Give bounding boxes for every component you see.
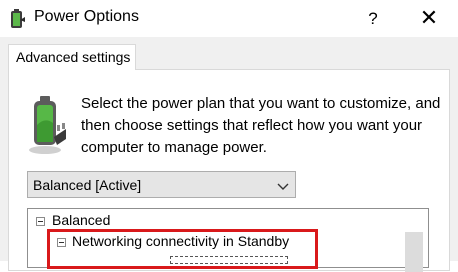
window-title: Power Options	[34, 8, 139, 25]
chevron-down-icon	[277, 179, 289, 190]
power-plan-select[interactable]: Balanced [Active]	[27, 171, 296, 198]
tab-label: Advanced settings	[16, 49, 131, 65]
tree-scrollbar[interactable]	[405, 232, 423, 272]
instruction-text: Select the power plan that you want to c…	[81, 95, 441, 156]
close-button[interactable]: ✕	[414, 0, 444, 37]
tree-item-balanced[interactable]: Balanced	[52, 212, 110, 228]
help-button[interactable]: ?	[358, 0, 388, 37]
collapse-networking-icon[interactable]	[57, 238, 66, 247]
collapse-balanced-icon[interactable]	[36, 217, 45, 226]
power-options-icon	[7, 8, 27, 30]
tab-advanced-settings[interactable]: Advanced settings	[8, 44, 136, 70]
battery-plug-icon	[27, 95, 67, 157]
setting-value-field[interactable]	[170, 256, 288, 264]
tree-item-networking-connectivity[interactable]: Networking connectivity in Standby	[72, 233, 289, 249]
title-bar: Power Options ? ✕	[0, 0, 458, 37]
power-plan-value: Balanced [Active]	[33, 177, 142, 193]
